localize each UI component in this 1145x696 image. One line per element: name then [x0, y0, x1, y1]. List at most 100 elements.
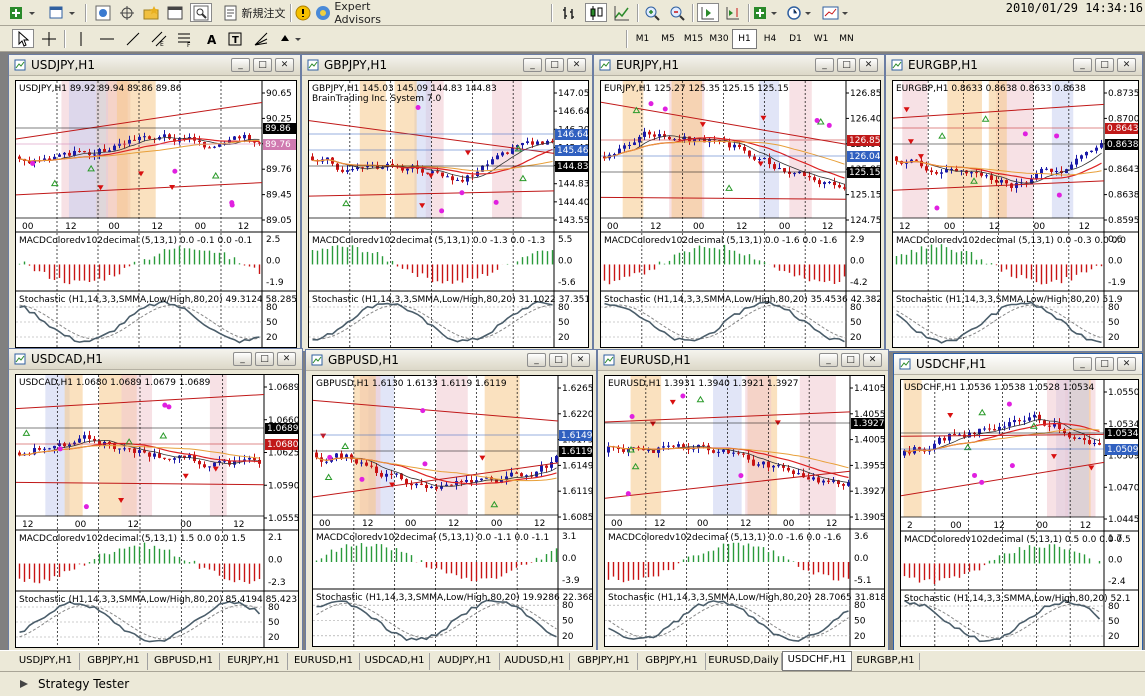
chart-area[interactable]: USDCAD,H1 1.0680 1.0689 1.0679 1.0689 1.0… — [15, 374, 299, 648]
minimize-button[interactable]: _ — [233, 352, 252, 366]
terminal-button[interactable] — [164, 3, 186, 22]
chart-tab[interactable]: EURJPY,H1 — [220, 653, 288, 670]
chart-tab[interactable]: USDCHF,H1 — [782, 651, 852, 671]
new-order-button[interactable]: 新規注文 — [218, 3, 290, 22]
timeframe-h4-button[interactable]: H4 — [758, 29, 783, 49]
maximize-button[interactable]: □ — [837, 58, 856, 72]
chart-window-eurgbp[interactable]: EURGBP,H1 _ □ ✕ EURGBP,H1 0.8633 0.8638 0.86… — [885, 54, 1143, 352]
timeframe-w1-button[interactable]: W1 — [809, 29, 834, 49]
chart-area[interactable]: EURUSD,H1 1.3931 1.3940 1.3921 1.3927 1.4… — [604, 375, 885, 647]
chart-window-gbpjpy[interactable]: GBPJPY,H1 _ □ ✕ GBPJPY,H1 145.03 145.09 144.… — [301, 54, 593, 352]
chart-window-usdjpy[interactable]: USDJPY,H1 _ □ ✕ USDJPY,H1 89.92 89.94 89.86 … — [8, 54, 301, 352]
chart-area[interactable]: GBPJPY,H1 145.03 145.09 144.83 144.83 Bra… — [308, 80, 589, 348]
chart-area[interactable]: GBPUSD,H1 1.6130 1.6133 1.6119 1.6119 1.6… — [312, 375, 593, 647]
periods-button[interactable] — [786, 3, 816, 22]
minimize-button[interactable]: _ — [815, 58, 834, 72]
chart-window-usdchf[interactable]: USDCHF,H1 _ □ ✕ USDCHF,H1 1.0536 1.0538 1.05… — [893, 353, 1143, 651]
timeframe-mn-button[interactable]: MN — [834, 29, 859, 49]
new-chart-button[interactable] — [8, 3, 40, 22]
chart-tab[interactable]: AUDJPY,H1 — [430, 653, 500, 670]
minimize-button[interactable]: _ — [231, 58, 250, 72]
close-button[interactable]: ✕ — [567, 58, 586, 72]
vertical-line-button[interactable] — [70, 29, 92, 48]
chart-window-eurusd[interactable]: EURUSD,H1 _ □ ✕ EURUSD,H1 1.3931 1.3940 1.39… — [597, 349, 889, 651]
line-chart-button[interactable] — [611, 3, 633, 22]
crosshair-button[interactable] — [38, 29, 60, 48]
data-window-button[interactable] — [116, 3, 138, 22]
timeframe-d1-button[interactable]: D1 — [783, 29, 808, 49]
bar-chart-button[interactable] — [558, 3, 580, 22]
chart-tab[interactable]: GBPUSD,H1 — [148, 653, 220, 670]
chart-window-usdcad[interactable]: USDCAD,H1 _ □ ✕ USDCAD,H1 1.0680 1.0689 1.06… — [8, 348, 303, 652]
chart-tab[interactable]: GBPJPY,H1 — [638, 653, 706, 670]
trendline-button[interactable] — [122, 29, 144, 48]
window-titlebar[interactable]: GBPJPY,H1 _ □ ✕ — [302, 55, 592, 76]
minimize-button[interactable]: _ — [527, 353, 546, 367]
timeframe-h1-button[interactable]: H1 — [732, 29, 757, 49]
close-button[interactable]: ✕ — [863, 353, 882, 367]
chart-tab[interactable]: EURUSD,H1 — [288, 653, 360, 670]
templates-button[interactable] — [820, 3, 854, 22]
close-button[interactable]: ✕ — [277, 352, 296, 366]
auto-scroll-button[interactable] — [697, 3, 719, 22]
profiles-button[interactable] — [48, 3, 80, 22]
chart-window-gbpusd[interactable]: GBPUSD,H1 _ □ ✕ GBPUSD,H1 1.6130 1.6133 1.61… — [305, 349, 597, 651]
equidistant-channel-button[interactable]: E — [148, 29, 170, 48]
minimize-button[interactable]: _ — [523, 58, 542, 72]
arrows-button[interactable] — [278, 29, 306, 48]
window-titlebar[interactable]: USDCHF,H1 _ □ ✕ — [894, 354, 1142, 375]
chart-area[interactable]: USDJPY,H1 89.92 89.94 89.86 89.86 90.65 90… — [15, 80, 297, 348]
zoom-in-button[interactable] — [641, 3, 663, 22]
window-titlebar[interactable]: EURUSD,H1 _ □ ✕ — [598, 350, 888, 371]
chart-tab[interactable]: USDCAD,H1 — [360, 653, 430, 670]
chart-area[interactable]: EURGBP,H1 0.8633 0.8638 0.8633 0.8638 0.8… — [892, 80, 1139, 348]
timeframe-m15-button[interactable]: M15 — [681, 29, 706, 49]
chart-window-eurjpy[interactable]: EURJPY,H1 _ □ ✕ EURJPY,H1 125.27 125.35 125.… — [593, 54, 885, 352]
maximize-button[interactable]: □ — [545, 58, 564, 72]
text-button[interactable]: A — [200, 29, 222, 48]
maximize-button[interactable]: □ — [253, 58, 272, 72]
maximize-button[interactable]: □ — [1095, 357, 1114, 371]
indicators-button[interactable] — [752, 3, 782, 22]
market-watch-button[interactable] — [92, 3, 114, 22]
close-button[interactable]: ✕ — [275, 58, 294, 72]
maximize-button[interactable]: □ — [549, 353, 568, 367]
window-titlebar[interactable]: EURGBP,H1 _ □ ✕ — [886, 55, 1142, 76]
chart-area[interactable]: USDCHF,H1 1.0536 1.0538 1.0528 1.0534 1.0… — [900, 379, 1139, 647]
timeframe-m1-button[interactable]: M1 — [630, 29, 655, 49]
tester-button[interactable] — [190, 3, 212, 22]
chart-area[interactable]: EURJPY,H1 125.27 125.35 125.15 125.15 126… — [600, 80, 881, 348]
zoom-out-button[interactable] — [666, 3, 688, 22]
maximize-button[interactable]: □ — [1095, 58, 1114, 72]
window-titlebar[interactable]: USDCAD,H1 _ □ ✕ — [9, 349, 302, 370]
chart-tab[interactable]: AUDUSD,H1 — [500, 653, 570, 670]
chart-tab[interactable]: GBPJPY,H1 — [570, 653, 638, 670]
expert-advisors-button[interactable]: Expert Advisors — [314, 0, 418, 26]
fibonacci-button[interactable]: F — [174, 29, 196, 48]
strategy-tester-label[interactable]: Strategy Tester — [38, 677, 129, 691]
chart-tab[interactable]: USDJPY,H1 — [12, 653, 80, 670]
maximize-button[interactable]: □ — [841, 353, 860, 367]
minimize-button[interactable]: _ — [1073, 58, 1092, 72]
candlestick-button[interactable] — [585, 3, 607, 22]
timeframe-m30-button[interactable]: M30 — [707, 29, 732, 49]
horizontal-line-button[interactable] — [96, 29, 118, 48]
chart-tab[interactable]: GBPJPY,H1 — [80, 653, 148, 670]
maximize-button[interactable]: □ — [255, 352, 274, 366]
minimize-button[interactable]: _ — [1073, 357, 1092, 371]
close-button[interactable]: ✕ — [1117, 58, 1136, 72]
close-button[interactable]: ✕ — [1117, 357, 1136, 371]
close-button[interactable]: ✕ — [859, 58, 878, 72]
text-label-button[interactable]: T — [224, 29, 246, 48]
minimize-button[interactable]: _ — [819, 353, 838, 367]
cursor-button[interactable] — [12, 29, 34, 48]
close-button[interactable]: ✕ — [571, 353, 590, 367]
window-titlebar[interactable]: GBPUSD,H1 _ □ ✕ — [306, 350, 596, 371]
chart-shift-button[interactable] — [722, 3, 744, 22]
chart-tab[interactable]: EURUSD,Daily — [706, 653, 782, 670]
window-titlebar[interactable]: EURJPY,H1 _ □ ✕ — [594, 55, 884, 76]
chart-tab[interactable]: EURGBP,H1 — [852, 653, 920, 670]
fibo-fan-button[interactable] — [250, 29, 272, 48]
navigator-button[interactable] — [140, 3, 162, 22]
window-titlebar[interactable]: USDJPY,H1 _ □ ✕ — [9, 55, 300, 76]
